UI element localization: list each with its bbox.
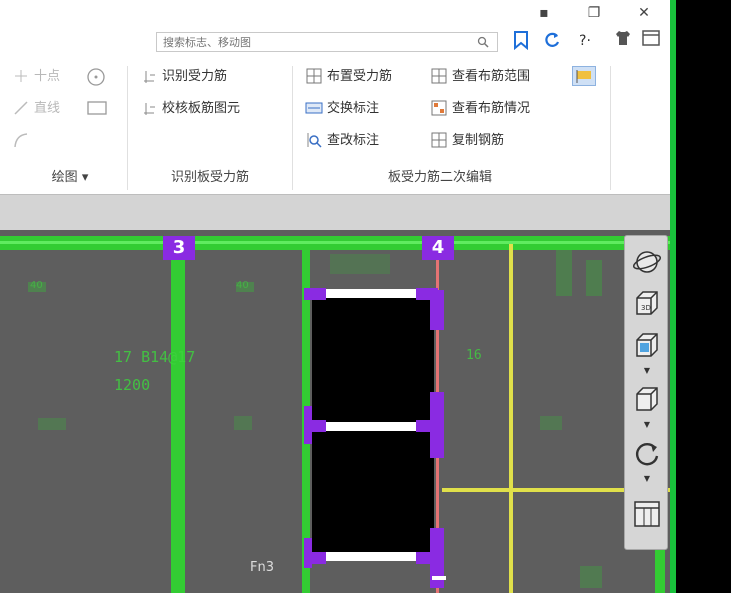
view-cube-icon[interactable] bbox=[631, 330, 663, 362]
bottom-text: Fn3 bbox=[250, 560, 274, 575]
magnify-edit-icon bbox=[305, 131, 323, 149]
cad-drawing[interactable] bbox=[0, 230, 670, 593]
restore-button[interactable]: ❐ bbox=[580, 2, 608, 24]
shirt-icon[interactable] bbox=[612, 30, 634, 52]
dim-text bbox=[556, 250, 572, 296]
group-divider bbox=[610, 66, 611, 190]
mid-top-label: 40 bbox=[236, 280, 249, 291]
point-icon bbox=[12, 67, 30, 85]
check-rebar-button[interactable]: 校核板筋图元 bbox=[140, 98, 240, 120]
close-button[interactable]: ✕ bbox=[630, 2, 658, 24]
column-node[interactable] bbox=[430, 392, 444, 458]
white-bar bbox=[326, 552, 416, 561]
svg-text:3D: 3D bbox=[641, 304, 651, 312]
title-bar: ▪ ❐ ✕ ?· bbox=[0, 0, 670, 56]
bookmark-icon[interactable] bbox=[510, 30, 532, 52]
rebar-label-2[interactable]: 1200 bbox=[114, 376, 150, 394]
swap-label-icon bbox=[305, 99, 323, 117]
toolbar-band bbox=[0, 194, 670, 230]
search-field[interactable] bbox=[156, 32, 498, 52]
arc-tool[interactable] bbox=[12, 130, 34, 152]
dim-text bbox=[540, 416, 562, 430]
range-grid-icon bbox=[430, 67, 448, 85]
help-icon[interactable]: ?· bbox=[570, 30, 600, 52]
column-node[interactable] bbox=[304, 420, 326, 432]
line-icon bbox=[12, 99, 30, 117]
check-rebar-icon bbox=[140, 99, 158, 117]
view-toolbar: 3D ▼ ▼ ▼ bbox=[624, 235, 668, 550]
flag-icon bbox=[572, 65, 596, 86]
chevron-down-icon[interactable]: ▼ bbox=[642, 420, 652, 430]
arc-icon bbox=[12, 131, 30, 149]
grid-marker-3[interactable]: 3 bbox=[163, 236, 195, 260]
rotate-icon[interactable] bbox=[631, 438, 663, 470]
dim-text bbox=[38, 418, 66, 430]
column-node[interactable] bbox=[304, 552, 326, 564]
white-bar bbox=[326, 422, 416, 431]
white-mark bbox=[432, 576, 446, 580]
identify-group-label: 识别板受力筋 bbox=[170, 170, 249, 185]
point-label: 十点 bbox=[34, 69, 61, 84]
panel-icon[interactable] bbox=[640, 30, 662, 52]
column-node[interactable] bbox=[430, 290, 444, 330]
group-divider bbox=[292, 66, 293, 190]
view-range-button[interactable]: 查看布筋范围 bbox=[430, 66, 530, 88]
3d-cube-icon[interactable]: 3D bbox=[631, 288, 663, 320]
rectangle-icon bbox=[86, 99, 107, 117]
swap-label-button[interactable]: 交换标注 bbox=[305, 98, 379, 120]
drawing-canvas[interactable]: 17 B14@17 1200 16 40 40 Fn3 bbox=[0, 230, 670, 593]
chevron-down-icon[interactable]: ▼ bbox=[642, 366, 652, 376]
dim-text bbox=[234, 416, 252, 430]
edit-label-button[interactable]: 查改标注 bbox=[305, 130, 379, 152]
copy-grid-icon bbox=[430, 131, 448, 149]
box-view-icon[interactable] bbox=[631, 384, 663, 416]
group-divider bbox=[127, 66, 128, 190]
refresh-icon[interactable] bbox=[541, 30, 563, 52]
point-tool[interactable]: 十点 bbox=[12, 66, 60, 88]
minimize-button[interactable]: ▪ bbox=[530, 2, 558, 24]
copy-rebar-button[interactable]: 复制钢筋 bbox=[430, 130, 504, 152]
dim-text bbox=[330, 254, 390, 274]
ribbon: 十点 直线 绘图 ▾ 识别受力筋 校核板筋图元 识别板受力筋 布置受力筋 交换标… bbox=[0, 56, 670, 194]
opening-top[interactable] bbox=[312, 296, 434, 424]
yellow-axis-vertical[interactable] bbox=[509, 244, 513, 593]
dim-text bbox=[580, 566, 602, 588]
layout-icon[interactable] bbox=[631, 498, 663, 530]
dim-text bbox=[586, 260, 602, 296]
left-top-label: 40 bbox=[30, 280, 43, 291]
line-label: 直线 bbox=[34, 101, 61, 116]
white-bar bbox=[326, 289, 416, 298]
chevron-down-icon: ▾ bbox=[81, 170, 89, 185]
status-grid-icon bbox=[430, 99, 448, 117]
line-tool[interactable]: 直线 bbox=[12, 98, 60, 120]
highlight-tool-button[interactable] bbox=[572, 65, 600, 88]
identify-rebar-button[interactable]: 识别受力筋 bbox=[140, 66, 227, 88]
grid-marker-4[interactable]: 4 bbox=[422, 236, 454, 260]
place-rebar-button[interactable]: 布置受力筋 bbox=[305, 66, 392, 88]
orbit-icon[interactable] bbox=[631, 246, 663, 278]
column-node[interactable] bbox=[304, 288, 326, 300]
circle-tool[interactable] bbox=[86, 66, 108, 88]
search-icon[interactable] bbox=[477, 36, 489, 48]
axis-3-beam[interactable] bbox=[171, 244, 185, 593]
circle-icon bbox=[86, 67, 105, 86]
identify-rebar-icon bbox=[140, 67, 158, 85]
search-input[interactable] bbox=[157, 33, 467, 51]
right-label[interactable]: 16 bbox=[466, 348, 482, 363]
rectangle-tool[interactable] bbox=[86, 98, 108, 120]
opening-bottom[interactable] bbox=[312, 430, 434, 554]
outside-area bbox=[676, 0, 731, 593]
view-status-button[interactable]: 查看布筋情况 bbox=[430, 98, 530, 120]
draw-group-label[interactable]: 绘图 ▾ bbox=[20, 168, 120, 188]
rebar-label-1[interactable]: 17 B14@17 bbox=[114, 348, 195, 366]
edit-group-label: 板受力筋二次编辑 bbox=[387, 170, 492, 185]
grid-rebar-icon bbox=[305, 67, 323, 85]
chevron-down-icon[interactable]: ▼ bbox=[642, 474, 652, 484]
application-window: ▪ ❐ ✕ ?· 十点 bbox=[0, 0, 670, 593]
